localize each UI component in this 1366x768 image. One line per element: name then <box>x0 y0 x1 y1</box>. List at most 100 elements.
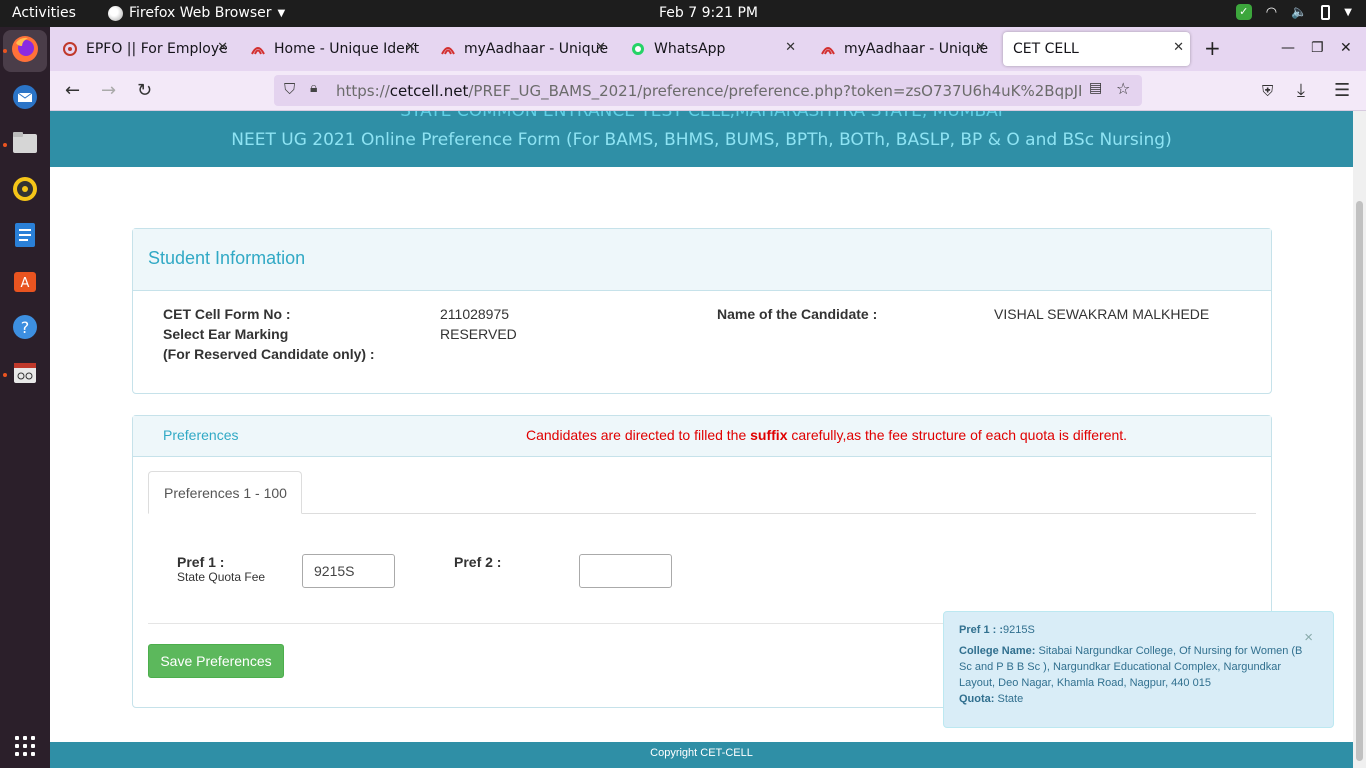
dock-writer-icon[interactable] <box>8 218 42 252</box>
tab-home-unique-identification[interactable]: Home - Unique Ident ✕ <box>240 32 422 66</box>
tab-strip: EPFO || For Employe ✕ Home - Unique Iden… <box>50 27 1366 71</box>
web-page: STATE COMMON ENTRANCE TEST CELL,MAHARASH… <box>50 111 1366 768</box>
battery-icon[interactable] <box>1321 4 1331 20</box>
dock-running-dot <box>3 49 7 53</box>
tab-whatsapp[interactable]: WhatsApp ✕ <box>620 32 802 66</box>
tab-cet-cell[interactable]: CET CELL ✕ <box>1003 32 1190 66</box>
tab-title: myAadhaar - Unique <box>844 41 989 57</box>
svg-text:A: A <box>21 276 30 291</box>
preferences-heading-bar: Preferences Candidates are directed to f… <box>133 416 1271 457</box>
dock-text-editor-icon[interactable] <box>8 356 42 390</box>
svg-text:?: ? <box>21 318 30 337</box>
form-no-value: 211028975 <box>440 306 510 322</box>
dock: A ? <box>0 27 50 768</box>
volume-icon[interactable]: 🔈 <box>1291 5 1307 20</box>
tab-epfo[interactable]: EPFO || For Employe ✕ <box>52 32 234 66</box>
show-applications-icon[interactable] <box>15 736 35 756</box>
activities-button[interactable]: Activities <box>12 5 76 21</box>
caret-down-icon: ▼ <box>277 7 286 19</box>
minimize-icon[interactable]: — <box>1281 40 1295 56</box>
navigation-toolbar: ← → ↻ ⛉ 🔒︎ https://cetcell.net/PREF_UG_B… <box>50 71 1366 111</box>
college-info-notification: × Pref 1 : :9215S College Name: Sitabai … <box>943 611 1334 728</box>
dock-files-icon[interactable] <box>8 126 42 160</box>
system-top-bar: Activities Firefox Web Browser ▼ Feb 7 9… <box>0 0 1366 27</box>
restore-icon[interactable]: ❐ <box>1311 40 1324 56</box>
preferences-heading: Preferences <box>163 427 239 443</box>
popup-pref-line: Pref 1 : :9215S <box>959 624 1035 636</box>
pref-1-input[interactable]: 9215S <box>302 554 395 588</box>
app-menu[interactable]: Firefox Web Browser ▼ <box>108 5 285 21</box>
reload-icon[interactable]: ↻ <box>137 80 152 101</box>
close-tab-icon[interactable]: ✕ <box>975 40 986 55</box>
dock-thunderbird-icon[interactable] <box>8 80 42 114</box>
dock-help-icon[interactable]: ? <box>8 310 42 344</box>
tab-myaadhaar-1[interactable]: myAadhaar - Unique ✕ <box>430 32 612 66</box>
page-footer: Copyright CET-CELL <box>50 742 1353 768</box>
ear-marking-value: RESERVED <box>440 326 517 342</box>
student-information-heading: Student Information <box>148 248 306 268</box>
lock-icon[interactable]: 🔒︎ <box>310 80 317 96</box>
tab-preferences-1-100[interactable]: Preferences 1 - 100 <box>148 471 302 514</box>
tab-title: myAadhaar - Unique <box>464 41 609 57</box>
dock-firefox-icon[interactable] <box>8 32 42 66</box>
student-information-heading-bar: Student Information <box>133 229 1271 291</box>
address-bar[interactable]: ⛉ 🔒︎ https://cetcell.net/PREF_UG_BAMS_20… <box>274 75 1142 106</box>
firefox-icon <box>108 5 123 21</box>
close-tab-icon[interactable]: ✕ <box>785 40 796 55</box>
epfo-icon <box>62 41 78 57</box>
clock[interactable]: Feb 7 9:21 PM <box>659 5 758 21</box>
close-tab-icon[interactable]: ✕ <box>217 40 228 55</box>
banner-title: STATE COMMON ENTRANCE TEST CELL,MAHARASH… <box>400 111 1003 121</box>
reader-view-icon[interactable]: ▤ <box>1089 80 1102 96</box>
tab-title: CET CELL <box>1013 41 1079 57</box>
tab-title: Home - Unique Ident <box>274 41 420 57</box>
downloads-icon[interactable]: ⤓ <box>1297 80 1305 101</box>
form-no-label: CET Cell Form No : <box>163 306 291 322</box>
page-header-banner: STATE COMMON ENTRANCE TEST CELL,MAHARASH… <box>50 111 1353 167</box>
tab-myaadhaar-2[interactable]: myAadhaar - Unique ✕ <box>810 32 992 66</box>
tab-label: Preferences 1 - 100 <box>164 485 287 501</box>
dock-software-icon[interactable]: A <box>8 264 42 298</box>
aadhaar-icon <box>440 41 456 57</box>
student-information-panel: Student Information CET Cell Form No : 2… <box>132 228 1272 394</box>
ear-marking-sublabel: (For Reserved Candidate only) : <box>163 346 375 362</box>
suffix-notice: Candidates are directed to filled the su… <box>526 427 1128 443</box>
bookmark-star-icon[interactable]: ☆ <box>1116 79 1130 98</box>
tracking-shield-icon[interactable]: ⛉ <box>284 80 295 98</box>
scrollbar-thumb[interactable] <box>1356 201 1363 761</box>
tab-line <box>148 513 1256 514</box>
candidate-name-label: Name of the Candidate : <box>717 306 878 322</box>
page-scrollbar[interactable] <box>1353 111 1366 768</box>
back-arrow-icon[interactable]: ← <box>65 80 80 101</box>
popup-college-line: College Name: Sitabai Nargundkar College… <box>959 645 1303 689</box>
pocket-icon[interactable]: ⛨ <box>1262 82 1273 100</box>
banner-subtitle: NEET UG 2021 Online Preference Form (For… <box>231 130 1172 150</box>
close-icon[interactable]: × <box>1304 630 1313 646</box>
aadhaar-icon <box>250 41 266 57</box>
save-preferences-button[interactable]: Save Preferences <box>148 644 284 678</box>
candidate-name-value: VISHAL SEWAKRAM MALKHEDE <box>994 306 1210 322</box>
new-tab-icon[interactable]: + <box>1204 36 1221 60</box>
close-window-icon[interactable]: ✕ <box>1340 40 1352 56</box>
dock-running-dot <box>3 143 7 147</box>
power-menu-caret-icon[interactable]: ▼ <box>1344 7 1352 18</box>
wifi-icon[interactable]: ◠ <box>1266 5 1277 20</box>
pref-2-input[interactable] <box>579 554 672 588</box>
system-tray[interactable]: ✓ ◠ 🔈 ▼ <box>1235 4 1352 20</box>
url-text[interactable]: https://cetcell.net/PREF_UG_BAMS_2021/pr… <box>336 82 1081 100</box>
aadhaar-icon <box>820 41 836 57</box>
dock-rhythmbox-icon[interactable] <box>8 172 42 206</box>
close-tab-icon[interactable]: ✕ <box>595 40 606 55</box>
forward-arrow-icon[interactable]: → <box>101 80 116 101</box>
pref-1-sublabel: State Quota Fee <box>177 570 266 584</box>
close-tab-icon[interactable]: ✕ <box>405 40 416 55</box>
tab-title: EPFO || For Employe <box>86 41 228 57</box>
update-check-icon[interactable]: ✓ <box>1235 4 1252 20</box>
popup-quota-line: Quota: State <box>959 693 1024 705</box>
ear-marking-label: Select Ear Marking <box>163 326 289 342</box>
whatsapp-icon <box>630 41 646 57</box>
pref-1-label: Pref 1 : <box>177 554 225 570</box>
dock-running-dot <box>3 373 7 377</box>
hamburger-menu-icon[interactable]: ☰ <box>1334 80 1350 101</box>
close-tab-icon[interactable]: ✕ <box>1173 40 1184 55</box>
